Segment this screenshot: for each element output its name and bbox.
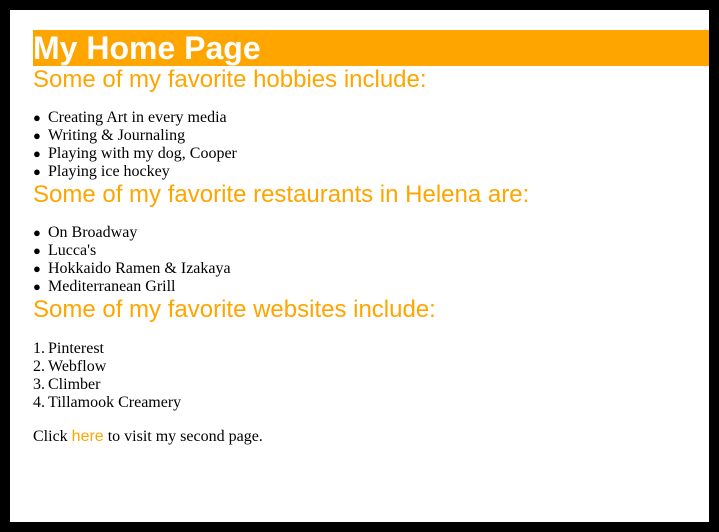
websites-list: 1. Pinterest 2. Webflow 3. Climber 4. Tillam… (33, 340, 709, 412)
footer-text: Click here to visit my second page. (33, 428, 709, 446)
browser-viewport: My Home Page Some of my favorite hobbies… (10, 10, 709, 522)
list-item-text: Lucca's (48, 242, 97, 259)
list-item-text: Playing with my dog, Cooper (48, 145, 237, 162)
bullet-icon: ● (33, 110, 41, 125)
list-item-text: Pinterest (48, 340, 104, 357)
list-item-text: Tillamook Creamery (48, 394, 182, 411)
list-item: 2. Webflow (33, 358, 709, 376)
list-item: 4. Tillamook Creamery (33, 394, 709, 412)
hobbies-list: ● Creating Art in every media ● Writing & … (33, 109, 709, 181)
list-number: 4. (33, 394, 45, 411)
bullet-icon: ● (33, 261, 41, 276)
footer-suffix: to visit my second page. (103, 428, 263, 445)
websites-heading: Some of my favorite websites include: (33, 296, 436, 323)
list-item-text: Webflow (48, 358, 107, 375)
bullet-icon: ● (33, 146, 41, 161)
second-page-link[interactable]: here (72, 428, 104, 445)
list-item: ● On Broadway (33, 224, 709, 242)
bullet-icon: ● (33, 225, 41, 240)
list-item: 3. Climber (33, 376, 709, 394)
list-item-text: Climber (48, 376, 101, 393)
list-number: 2. (33, 358, 45, 375)
hobbies-heading: Some of my favorite hobbies include: (33, 66, 427, 93)
header-bar: My Home Page (33, 30, 709, 66)
bullet-icon: ● (33, 128, 41, 143)
bullet-icon: ● (33, 279, 41, 294)
list-item: 1. Pinterest (33, 340, 709, 358)
list-item: ● Writing & Journaling (33, 127, 709, 145)
bullet-icon: ● (33, 243, 41, 258)
list-item-text: Hokkaido Ramen & Izakaya (48, 260, 231, 277)
list-number: 3. (33, 376, 45, 393)
list-item-text: Mediterranean Grill (48, 278, 176, 295)
list-item: ● Hokkaido Ramen & Izakaya (33, 260, 709, 278)
restaurants-heading: Some of my favorite restaurants in Helen… (33, 181, 530, 208)
list-item: ● Creating Art in every media (33, 109, 709, 127)
list-item-text: Creating Art in every media (48, 109, 227, 126)
list-item: ● Playing with my dog, Cooper (33, 145, 709, 163)
list-item: ● Mediterranean Grill (33, 278, 709, 296)
list-item-text: Playing ice hockey (48, 163, 170, 180)
list-item-text: Writing & Journaling (48, 127, 186, 144)
restaurants-list: ● On Broadway ● Lucca's ● Hokkaido Ramen & … (33, 224, 709, 296)
list-number: 1. (33, 340, 45, 357)
page-title: My Home Page (33, 30, 261, 66)
list-item: ● Lucca's (33, 242, 709, 260)
list-item-text: On Broadway (48, 224, 138, 241)
page-content: My Home Page Some of my favorite hobbies… (33, 30, 709, 462)
list-item: ● Playing ice hockey (33, 163, 709, 181)
footer-prefix: Click (33, 428, 72, 445)
bullet-icon: ● (33, 164, 41, 179)
